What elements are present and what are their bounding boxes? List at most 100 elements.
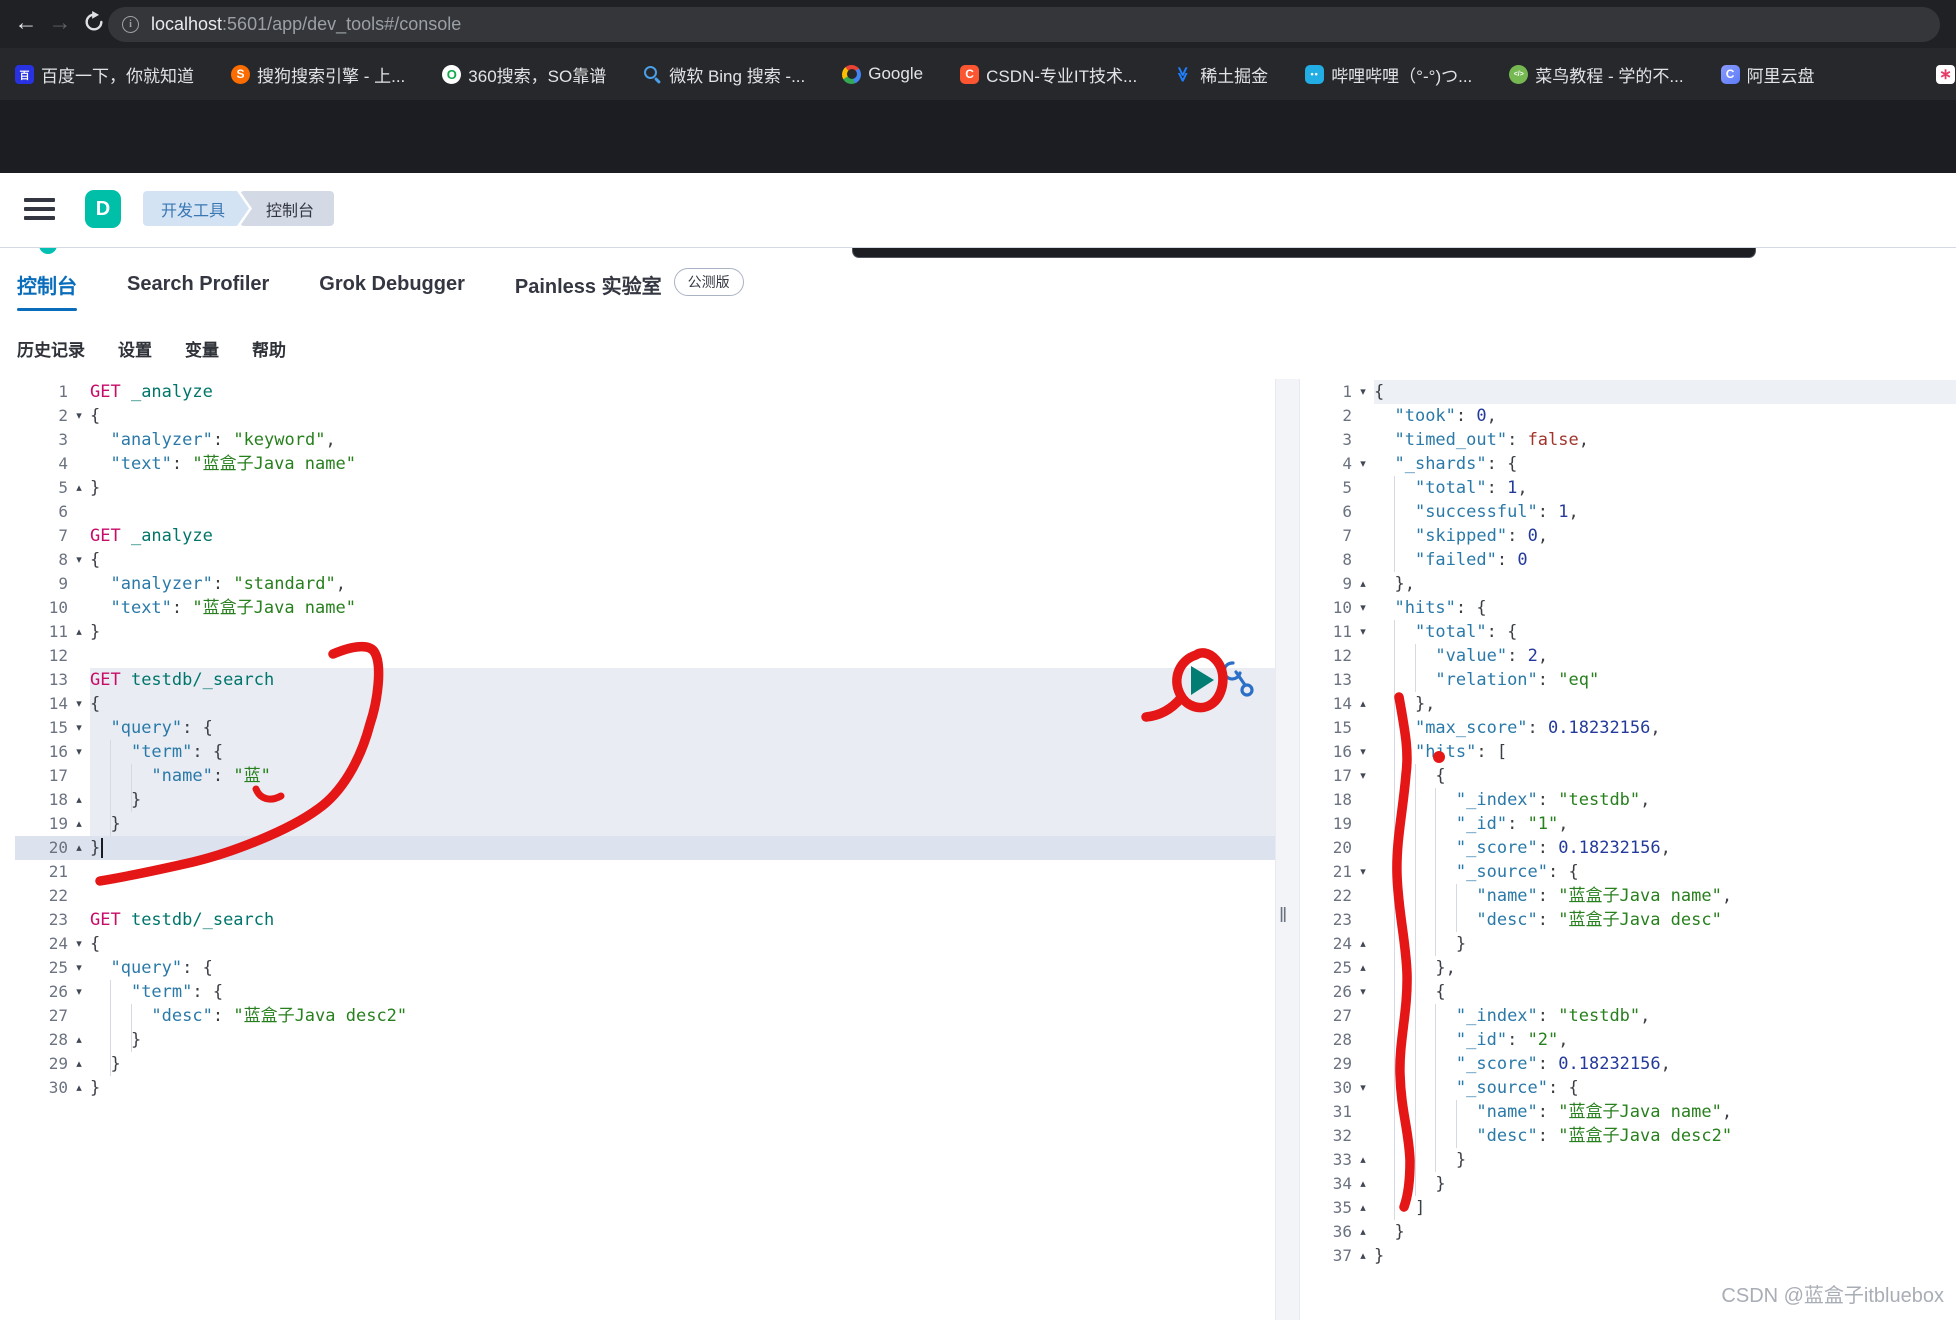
code-line[interactable]: 27 "_index": "testdb", xyxy=(1300,1004,1956,1028)
fold-close-icon[interactable]: ▴ xyxy=(68,476,90,500)
bookmark-item[interactable]: Google xyxy=(842,64,923,84)
code-line[interactable]: 17 ▾ { xyxy=(1300,764,1956,788)
bookmark-item[interactable]: C CSDN-专业IT技术... xyxy=(960,62,1137,87)
bookmark-item[interactable]: O 360搜索，SO靠谱 xyxy=(442,62,606,87)
fold-open-icon[interactable]: ▾ xyxy=(68,956,90,980)
bookmark-item[interactable]: •• 哔哩哔哩（°-°)つ... xyxy=(1305,62,1472,87)
back-icon[interactable]: ← xyxy=(10,6,42,38)
code-line[interactable]: 15 ▾ "query": { xyxy=(15,716,1275,740)
response-viewer[interactable]: 1 ▾{2 "took": 0, 3 "timed_out": false, 4 ▾ "… xyxy=(1300,380,1956,1268)
fold-close-icon[interactable]: ▴ xyxy=(68,812,90,836)
fold-open-icon[interactable]: ▾ xyxy=(1352,860,1374,884)
fold-close-icon[interactable]: ▴ xyxy=(1352,956,1374,980)
site-info-icon[interactable]: i xyxy=(122,16,139,33)
bookmark-item[interactable]: ≫ 稀土掘金 xyxy=(1174,62,1269,87)
code-line[interactable]: 25 ▴ }, xyxy=(1300,956,1956,980)
menu-item[interactable]: 变量 xyxy=(185,336,219,361)
code-line[interactable]: 23 GET testdb/_search xyxy=(15,908,1275,932)
breadcrumb-dev-tools[interactable]: 开发工具 xyxy=(143,191,249,226)
code-line[interactable]: 5 "total": 1, xyxy=(1300,476,1956,500)
code-line[interactable]: 3 "analyzer": "keyword", xyxy=(15,428,1275,452)
fold-close-icon[interactable]: ▴ xyxy=(68,836,90,860)
code-line[interactable]: 29 "_score": 0.18232156, xyxy=(1300,1052,1956,1076)
tab-控制台[interactable]: 控制台 xyxy=(17,249,77,319)
code-line[interactable]: 5 ▴} xyxy=(15,476,1275,500)
panel-divider[interactable] xyxy=(1275,379,1300,1320)
code-line[interactable]: 29 ▴ } xyxy=(15,1052,1275,1076)
menu-item[interactable]: 历史记录 xyxy=(17,336,85,361)
code-line[interactable]: 4 ▾ "_shards": { xyxy=(1300,452,1956,476)
code-line[interactable]: 18 "_index": "testdb", xyxy=(1300,788,1956,812)
code-line[interactable]: 11 ▴} xyxy=(15,620,1275,644)
code-line[interactable]: 13 "relation": "eq" xyxy=(1300,668,1956,692)
code-line[interactable]: 16 ▾ "hits": [ xyxy=(1300,740,1956,764)
code-line[interactable]: 8 "failed": 0 xyxy=(1300,548,1956,572)
code-line[interactable]: 2 "took": 0, xyxy=(1300,404,1956,428)
code-line[interactable]: 13 GET testdb/_search xyxy=(15,668,1275,692)
space-avatar[interactable]: D xyxy=(85,190,121,228)
code-line[interactable]: 9 ▴ }, xyxy=(1300,572,1956,596)
code-line[interactable]: 14 ▴ }, xyxy=(1300,692,1956,716)
code-line[interactable]: 18 ▴ } xyxy=(15,788,1275,812)
fold-open-icon[interactable]: ▾ xyxy=(68,404,90,428)
fold-close-icon[interactable]: ▴ xyxy=(1352,1244,1374,1268)
fold-close-icon[interactable]: ▴ xyxy=(68,1052,90,1076)
code-line[interactable]: 12 xyxy=(15,644,1275,668)
bookmark-item[interactable]: 微软 Bing 搜索 -... xyxy=(643,62,805,87)
menu-item[interactable]: 设置 xyxy=(118,336,152,361)
fold-close-icon[interactable]: ▴ xyxy=(68,1076,90,1100)
fold-open-icon[interactable]: ▾ xyxy=(1352,764,1374,788)
code-line[interactable]: 10 "text": "蓝盒子Java name" xyxy=(15,596,1275,620)
fold-close-icon[interactable]: ▴ xyxy=(1352,932,1374,956)
code-line[interactable]: 23 "desc": "蓝盒子Java desc" xyxy=(1300,908,1956,932)
code-line[interactable]: 11 ▾ "total": { xyxy=(1300,620,1956,644)
bookmark-item[interactable]: S 搜狗搜索引擎 - 上... xyxy=(231,62,405,87)
request-editor[interactable]: 1 GET _analyze 2 ▾{3 "analyzer": "keyword",… xyxy=(15,380,1275,1100)
code-line[interactable]: 31 "name": "蓝盒子Java name", xyxy=(1300,1100,1956,1124)
fold-open-icon[interactable]: ▾ xyxy=(68,980,90,1004)
code-line[interactable]: 12 "value": 2, xyxy=(1300,644,1956,668)
code-line[interactable]: 22 xyxy=(15,884,1275,908)
bookmark-item[interactable]: </> 菜鸟教程 - 学的不... xyxy=(1509,62,1684,87)
code-line[interactable]: 16 ▾ "term": { xyxy=(15,740,1275,764)
code-line[interactable]: 20 ▴} xyxy=(15,836,1275,860)
reload-icon[interactable] xyxy=(78,6,110,38)
bookmark-item[interactable]: 百百度一下，你就知道 xyxy=(15,62,194,87)
code-line[interactable]: 34 ▴ } xyxy=(1300,1172,1956,1196)
code-line[interactable]: 24 ▴ } xyxy=(1300,932,1956,956)
code-line[interactable]: 35 ▴ ] xyxy=(1300,1196,1956,1220)
tab-painless-实验室[interactable]: Painless 实验室 公测版 xyxy=(515,249,744,319)
fold-close-icon[interactable]: ▴ xyxy=(68,620,90,644)
code-line[interactable]: 8 ▾{ xyxy=(15,548,1275,572)
code-line[interactable]: 7 "skipped": 0, xyxy=(1300,524,1956,548)
code-line[interactable]: 28 ▴ } xyxy=(15,1028,1275,1052)
code-line[interactable]: 19 ▴ } xyxy=(15,812,1275,836)
fold-close-icon[interactable]: ▴ xyxy=(1352,1172,1374,1196)
code-line[interactable]: 19 "_id": "1", xyxy=(1300,812,1956,836)
code-line[interactable]: 37 ▴} xyxy=(1300,1244,1956,1268)
code-line[interactable]: 20 "_score": 0.18232156, xyxy=(1300,836,1956,860)
code-line[interactable]: 15 "max_score": 0.18232156, xyxy=(1300,716,1956,740)
code-line[interactable]: 21 ▾ "_source": { xyxy=(1300,860,1956,884)
code-line[interactable]: 4 "text": "蓝盒子Java name" xyxy=(15,452,1275,476)
code-line[interactable]: 36 ▴ } xyxy=(1300,1220,1956,1244)
code-line[interactable]: 21 xyxy=(15,860,1275,884)
fold-open-icon[interactable]: ▾ xyxy=(68,932,90,956)
fold-close-icon[interactable]: ▴ xyxy=(68,788,90,812)
fold-open-icon[interactable]: ▾ xyxy=(68,548,90,572)
code-line[interactable]: 10 ▾ "hits": { xyxy=(1300,596,1956,620)
tab-search-profiler[interactable]: Search Profiler xyxy=(127,249,269,319)
request-options-button[interactable] xyxy=(1218,658,1254,707)
code-line[interactable]: 9 "analyzer": "standard", xyxy=(15,572,1275,596)
fold-close-icon[interactable]: ▴ xyxy=(1352,1148,1374,1172)
fold-close-icon[interactable]: ▴ xyxy=(68,1028,90,1052)
code-line[interactable]: 1 ▾{ xyxy=(1300,380,1956,404)
tab-grok-debugger[interactable]: Grok Debugger xyxy=(319,249,465,319)
address-bar[interactable]: i localhost:5601/app/dev_tools#/console xyxy=(108,7,1940,42)
code-line[interactable]: 7 GET _analyze xyxy=(15,524,1275,548)
url-text[interactable]: localhost:5601/app/dev_tools#/console xyxy=(151,14,461,35)
fold-close-icon[interactable]: ▴ xyxy=(1352,1196,1374,1220)
code-line[interactable]: 14 ▾{ xyxy=(15,692,1275,716)
fold-close-icon[interactable]: ▴ xyxy=(1352,1220,1374,1244)
fold-open-icon[interactable]: ▾ xyxy=(1352,596,1374,620)
